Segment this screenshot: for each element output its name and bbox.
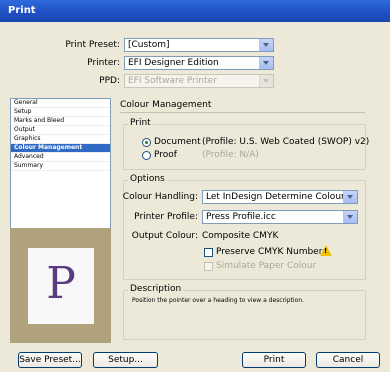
print-preset-label: Print Preset: — [65, 40, 120, 50]
print-group — [123, 124, 366, 170]
cancel-button[interactable]: Cancel — [316, 352, 380, 368]
printer-profile-label: Printer Profile: — [134, 212, 198, 222]
proof-profile-info: (Profile: N/A) — [202, 150, 259, 160]
sidebar-item-summary[interactable]: Summary — [11, 162, 110, 171]
simulate-paper-label: Simulate Paper Colour — [216, 261, 317, 271]
colour-handling-value: Let InDesign Determine Colours — [206, 192, 350, 202]
ppd-label: PPD: — [99, 76, 120, 86]
ppd-select: EFI Software Printer — [124, 74, 274, 88]
print-button[interactable]: Print — [242, 352, 306, 368]
print-preset-value: [Custom] — [128, 40, 170, 50]
ppd-value: EFI Software Printer — [128, 76, 217, 86]
preserve-cmyk-label[interactable]: Preserve CMYK Numbers — [216, 247, 327, 257]
document-profile-info: (Profile: U.S. Web Coated (SWOP) v2) — [202, 137, 370, 147]
colour-handling-label: Colour Handling: — [122, 192, 198, 202]
colour-handling-select[interactable]: Let InDesign Determine Colours — [202, 190, 358, 204]
printer-select[interactable]: EFI Designer Edition — [124, 56, 274, 70]
description-group-title: Description — [128, 284, 184, 294]
print-preset-select[interactable]: [Custom] — [124, 38, 274, 52]
output-colour-label: Output Colour: — [131, 231, 198, 241]
preview-page: P — [28, 248, 94, 324]
output-colour-value: Composite CMYK — [202, 231, 279, 241]
proof-radio-label[interactable]: Proof — [154, 150, 177, 160]
printer-profile-value: Press Profile.icc — [206, 212, 276, 222]
sidebar-item-setup[interactable]: Setup — [11, 108, 110, 117]
chevron-down-icon[interactable] — [259, 57, 273, 69]
sidebar-item-advanced[interactable]: Advanced — [11, 153, 110, 162]
preserve-cmyk-checkbox[interactable] — [204, 248, 213, 257]
printer-profile-select[interactable]: Press Profile.icc — [202, 210, 358, 224]
save-preset-button[interactable]: Save Preset... — [18, 352, 82, 368]
document-radio[interactable] — [142, 138, 151, 147]
options-group-title: Options — [128, 174, 167, 184]
printer-label: Printer: — [87, 58, 120, 68]
proof-radio[interactable] — [142, 151, 151, 160]
section-title: Colour Management — [120, 100, 212, 110]
sidebar-item-general[interactable]: General — [11, 99, 110, 108]
page-preview: P — [10, 228, 111, 343]
description-text: Position the pointer over a heading to v… — [132, 297, 304, 304]
preview-letter: P — [46, 258, 76, 309]
sidebar-item-colour-management[interactable]: Colour Management — [11, 144, 110, 153]
sidebar-item-output[interactable]: Output — [11, 126, 110, 135]
printer-value: EFI Designer Edition — [128, 58, 219, 68]
sidebar-item-marks-and-bleed[interactable]: Marks and Bleed — [11, 117, 110, 126]
warning-icon: ! — [320, 245, 332, 256]
category-list: General Setup Marks and Bleed Output Gra… — [10, 98, 111, 238]
simulate-paper-checkbox — [204, 262, 213, 271]
sidebar-item-graphics[interactable]: Graphics — [11, 135, 110, 144]
title-bar: Print — [0, 0, 390, 22]
chevron-down-icon[interactable] — [343, 211, 357, 223]
chevron-down-icon[interactable] — [343, 191, 357, 203]
chevron-down-icon[interactable] — [259, 39, 273, 51]
document-radio-label[interactable]: Document — [154, 137, 201, 147]
print-group-title: Print — [128, 118, 153, 128]
window-title: Print — [8, 5, 36, 16]
setup-button[interactable]: Setup... — [93, 352, 158, 368]
chevron-down-icon — [259, 75, 273, 87]
section-divider — [120, 112, 365, 113]
